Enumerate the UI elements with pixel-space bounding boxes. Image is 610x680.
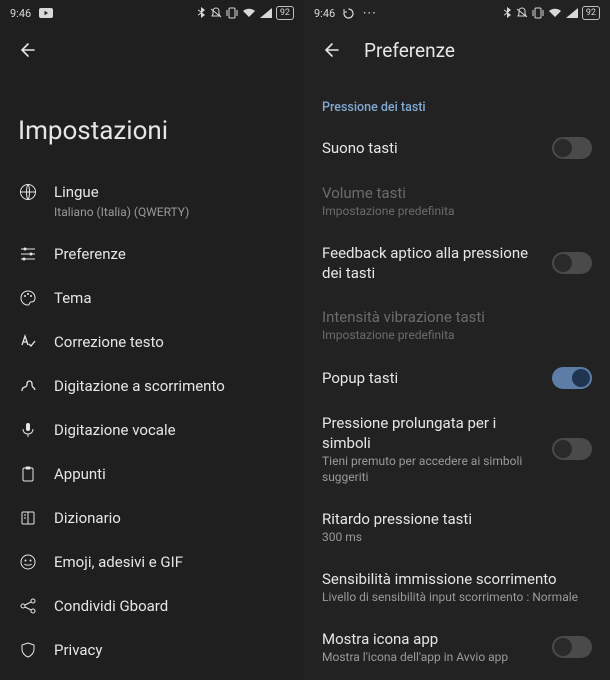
pref-sub: Mostra l'icona dell'app in Avvio app bbox=[322, 649, 538, 665]
status-time: 9:46 bbox=[314, 7, 335, 20]
item-label: Preferenze bbox=[54, 244, 126, 264]
sliders-icon bbox=[18, 244, 38, 264]
list-item-correzione[interactable]: Correzione testo bbox=[0, 320, 304, 364]
pref-sub: 300 ms bbox=[322, 529, 592, 545]
dnd-icon bbox=[516, 7, 528, 19]
pref-label: Ritardo pressione tasti bbox=[322, 509, 592, 529]
pref-intensita-vibrazione: Intensità vibrazione tasti Impostazione … bbox=[304, 295, 610, 355]
sync-icon bbox=[343, 8, 354, 19]
item-label: Lingue bbox=[54, 182, 189, 202]
list-item-preferenze[interactable]: Preferenze bbox=[0, 232, 304, 276]
page-title: Preferenze bbox=[364, 39, 455, 62]
page-title: Impostazioni bbox=[0, 74, 304, 170]
pref-ritardo-pressione[interactable]: Ritardo pressione tasti 300 ms bbox=[304, 497, 610, 557]
list-item-tema[interactable]: Tema bbox=[0, 276, 304, 320]
share-icon bbox=[18, 596, 38, 616]
status-bar: 9:46 ⋯ 92 bbox=[304, 0, 610, 26]
back-button[interactable] bbox=[318, 38, 342, 62]
section-title: Pressione dei tasti bbox=[304, 74, 610, 125]
list-item-privacy[interactable]: Privacy bbox=[0, 628, 304, 672]
pref-label: Popup tasti bbox=[322, 368, 538, 388]
bluetooth-icon bbox=[503, 7, 512, 19]
switch-popup-tasti[interactable] bbox=[552, 367, 592, 389]
pref-sub: Impostazione predefinita bbox=[322, 203, 592, 219]
bluetooth-icon bbox=[197, 7, 206, 19]
pref-sensibilita-scorrimento[interactable]: Sensibilità immissione scorrimento Livel… bbox=[304, 557, 610, 617]
spellcheck-icon bbox=[18, 332, 38, 352]
screen-settings: 9:46 92 Impostazioni bbox=[0, 0, 304, 680]
list-item-lingue[interactable]: Lingue Italiano (Italia) (QWERTY) bbox=[0, 170, 304, 232]
emoji-icon bbox=[18, 552, 38, 572]
list-item-dizionario[interactable]: Dizionario bbox=[0, 496, 304, 540]
gesture-icon bbox=[18, 376, 38, 396]
switch-mostra-icona[interactable] bbox=[552, 636, 592, 658]
list-item-appunti[interactable]: Appunti bbox=[0, 452, 304, 496]
header bbox=[0, 26, 304, 74]
list-item-scorrimento[interactable]: Digitazione a scorrimento bbox=[0, 364, 304, 408]
clipboard-icon bbox=[18, 464, 38, 484]
pref-label: Suono tasti bbox=[322, 138, 538, 158]
pref-mostra-icona[interactable]: Mostra icona app Mostra l'icona dell'app… bbox=[304, 617, 610, 677]
switch-feedback-aptico[interactable] bbox=[552, 252, 592, 274]
item-label: Tema bbox=[54, 288, 92, 308]
pref-pressione-prolungata[interactable]: Pressione prolungata per i simboli Tieni… bbox=[304, 401, 610, 497]
wifi-icon bbox=[548, 8, 562, 18]
pref-suono-tasti[interactable]: Suono tasti bbox=[304, 125, 610, 171]
pref-feedback-aptico[interactable]: Feedback aptico alla pressione dei tasti bbox=[304, 231, 610, 295]
list-item-emoji[interactable]: Emoji, adesivi e GIF bbox=[0, 540, 304, 584]
signal-icon bbox=[260, 8, 272, 18]
wifi-icon bbox=[242, 8, 256, 18]
list-item-condividi[interactable]: Condividi Gboard bbox=[0, 584, 304, 628]
item-label: Digitazione vocale bbox=[54, 420, 176, 440]
pref-label: Intensità vibrazione tasti bbox=[322, 307, 592, 327]
item-label: Privacy bbox=[54, 640, 102, 660]
pref-label: Mostra icona app bbox=[322, 629, 538, 649]
item-sub: Italiano (Italia) (QWERTY) bbox=[54, 204, 189, 220]
battery-indicator: 92 bbox=[276, 6, 294, 20]
youtube-icon bbox=[39, 8, 53, 18]
battery-indicator: 92 bbox=[582, 6, 600, 20]
status-bar: 9:46 92 bbox=[0, 0, 304, 26]
vibrate-icon bbox=[532, 7, 544, 19]
pref-sub: Livello di sensibilità input scorrimento… bbox=[322, 589, 592, 605]
pref-label: Volume tasti bbox=[322, 183, 592, 203]
back-button[interactable] bbox=[14, 38, 38, 62]
vibrate-icon bbox=[226, 7, 238, 19]
pref-sub: Impostazione predefinita bbox=[322, 327, 592, 343]
more-notifications-icon: ⋯ bbox=[362, 5, 377, 21]
pref-popup-tasti[interactable]: Popup tasti bbox=[304, 355, 610, 401]
list-item-vocale[interactable]: Digitazione vocale bbox=[0, 408, 304, 452]
pref-label: Pressione prolungata per i simboli bbox=[322, 413, 538, 453]
item-label: Digitazione a scorrimento bbox=[54, 376, 225, 396]
item-label: Correzione testo bbox=[54, 332, 164, 352]
dnd-icon bbox=[210, 7, 222, 19]
mic-icon bbox=[18, 420, 38, 440]
pref-label: Feedback aptico alla pressione dei tasti bbox=[322, 243, 538, 283]
book-icon bbox=[18, 508, 38, 528]
item-label: Condividi Gboard bbox=[54, 596, 168, 616]
item-label: Emoji, adesivi e GIF bbox=[54, 552, 183, 572]
item-label: Dizionario bbox=[54, 508, 121, 528]
arrow-back-icon bbox=[320, 40, 340, 60]
arrow-back-icon bbox=[16, 40, 36, 60]
signal-icon bbox=[566, 8, 578, 18]
status-time: 9:46 bbox=[10, 7, 31, 20]
header: Preferenze bbox=[304, 26, 610, 74]
pref-sub: Tieni premuto per accedere ai simboli su… bbox=[322, 453, 538, 485]
globe-icon bbox=[18, 182, 38, 202]
pref-label: Sensibilità immissione scorrimento bbox=[322, 569, 592, 589]
screen-preferenze: 9:46 ⋯ 92 Preferenze Pressione dei tasti… bbox=[304, 0, 610, 680]
settings-list: Lingue Italiano (Italia) (QWERTY) Prefer… bbox=[0, 170, 304, 672]
switch-pressione-prolungata[interactable] bbox=[552, 438, 592, 460]
palette-icon bbox=[18, 288, 38, 308]
item-label: Appunti bbox=[54, 464, 106, 484]
switch-suono-tasti[interactable] bbox=[552, 137, 592, 159]
shield-icon bbox=[18, 640, 38, 660]
pref-volume-tasti: Volume tasti Impostazione predefinita bbox=[304, 171, 610, 231]
